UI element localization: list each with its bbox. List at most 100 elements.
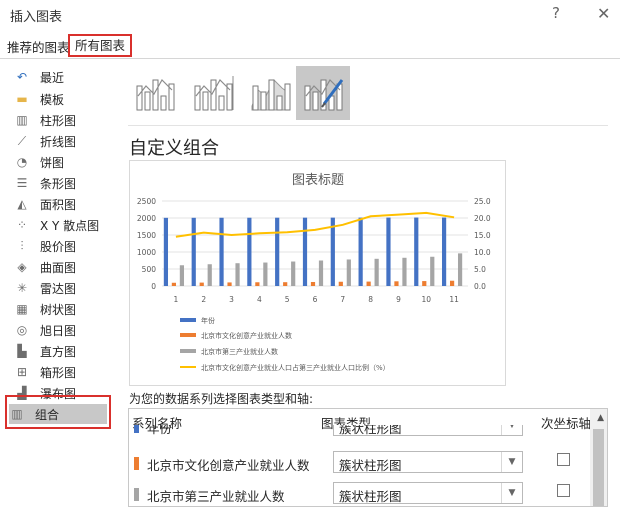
sidebar-item-label: 条形图 bbox=[40, 176, 77, 191]
custom-combination-icon[interactable] bbox=[296, 66, 350, 120]
bar-3 bbox=[402, 257, 407, 286]
scroll-thumb[interactable] bbox=[593, 429, 604, 506]
y-tick-label: 2500 bbox=[137, 197, 156, 206]
legend-label: 北京市文化创意产业就业人口占第三产业就业人口比例（%） bbox=[201, 363, 390, 372]
secondary-axis-checkbox[interactable] bbox=[557, 453, 570, 466]
sidebar-item-surface-chart[interactable]: ◈ 曲面图 bbox=[14, 257, 120, 277]
sidebar-item-label: 最近 bbox=[40, 70, 65, 85]
scroll-up-icon[interactable]: ▲ bbox=[597, 413, 604, 423]
help-button[interactable]: ? bbox=[552, 4, 560, 22]
surface-chart-icon: ◈ bbox=[17, 260, 27, 274]
x-tick-label: 11 bbox=[449, 295, 459, 304]
sidebar-item-column-chart[interactable]: ▥ 柱形图 bbox=[14, 110, 120, 130]
tab-recommended-charts[interactable]: 推荐的图表 bbox=[3, 36, 74, 57]
bar-2 bbox=[422, 281, 427, 286]
y2-tick-label: 15.0 bbox=[474, 231, 491, 240]
sidebar-item-bar-chart[interactable]: ☰ 条形图 bbox=[14, 173, 120, 193]
sidebar-item-radar-chart[interactable]: ✳ 雷达图 bbox=[14, 278, 120, 298]
section-title: 自定义组合 bbox=[129, 138, 219, 159]
tab-all-charts[interactable]: 所有图表 bbox=[68, 34, 133, 57]
series-table: 系列名称 图表类型 次坐标轴 年份 簇状柱形图 ▼ 北京市文化创意产业就业人数 簇状柱形… bbox=[128, 408, 608, 507]
x-tick-label: 9 bbox=[396, 295, 401, 304]
series-name: 北京市文化创意产业就业人数 bbox=[147, 458, 310, 473]
sidebar-item-label: 股价图 bbox=[40, 239, 77, 254]
series-prompt: 为您的数据系列选择图表类型和轴: bbox=[129, 392, 314, 406]
sidebar-item-treemap-chart[interactable]: ▦ 树状图 bbox=[14, 299, 120, 319]
clustered-column-line-secondary-axis-icon[interactable] bbox=[186, 66, 240, 120]
bar-chart-icon: ☰ bbox=[16, 176, 28, 190]
y2-tick-label: 20.0 bbox=[474, 214, 491, 223]
sidebar-item-label: X Y 散点图 bbox=[40, 218, 100, 233]
radar-chart-icon: ✳ bbox=[16, 281, 28, 295]
bar-2 bbox=[171, 282, 177, 286]
gallery-divider bbox=[128, 125, 608, 126]
chart-type-dropdown[interactable]: 簇状柱形图 ▼ bbox=[333, 451, 523, 473]
area-chart-icon: ◭ bbox=[17, 197, 27, 211]
line-chart-icon: ⟋ bbox=[17, 133, 27, 148]
series-row: 北京市文化创意产业就业人数 簇状柱形图 ▼ bbox=[129, 449, 589, 477]
box-whisker-chart-icon: ⊞ bbox=[16, 365, 28, 379]
clustered-column-line-icon[interactable] bbox=[128, 66, 182, 120]
sidebar-item-folder[interactable]: ▬ 模板 bbox=[14, 89, 120, 109]
y-tick-label: 2000 bbox=[137, 214, 156, 223]
bar-3 bbox=[346, 259, 351, 286]
chevron-down-icon[interactable]: ▼ bbox=[501, 425, 522, 435]
bar-1 bbox=[219, 217, 224, 286]
stock-chart-icon: ⫶ bbox=[20, 238, 24, 253]
bar-1 bbox=[386, 217, 391, 286]
y2-tick-label: 5.0 bbox=[474, 265, 486, 274]
legend-label: 北京市文化创意产业就业人数 bbox=[201, 331, 292, 340]
bar-1 bbox=[358, 217, 363, 286]
chart-preview: 图表标题 2500 2000 1500 1000 500 0 25.0 20.0 15.0 10.0… bbox=[129, 160, 506, 386]
table-scrollbar[interactable]: ▲ bbox=[590, 409, 607, 506]
close-button[interactable]: ✕ bbox=[597, 4, 610, 23]
y2-tick-label: 10.0 bbox=[474, 248, 491, 257]
sidebar-item-sunburst-chart[interactable]: ◎ 旭日图 bbox=[14, 320, 120, 340]
bar-3 bbox=[318, 260, 324, 286]
stacked-area-clustered-column-icon[interactable] bbox=[244, 66, 298, 120]
chevron-down-icon[interactable]: ▼ bbox=[501, 452, 522, 472]
series-line bbox=[175, 211, 455, 238]
bar-2 bbox=[199, 282, 204, 286]
x-tick-label: 1 bbox=[174, 295, 179, 304]
series-color-swatch bbox=[134, 488, 139, 501]
y-tick-label: 500 bbox=[142, 265, 157, 274]
histogram-chart-icon: ▙ bbox=[17, 344, 27, 358]
sidebar-item-histogram-chart[interactable]: ▙ 直方图 bbox=[14, 341, 120, 361]
x-tick-label: 3 bbox=[229, 295, 234, 304]
sidebar-item-label: 曲面图 bbox=[40, 260, 77, 275]
sidebar-item-pie-chart[interactable]: ◔ 饼图 bbox=[14, 152, 120, 172]
sidebar-item-stock-chart[interactable]: ⫶ 股价图 bbox=[14, 236, 120, 256]
legend-swatch bbox=[180, 318, 196, 322]
sidebar-item-label: 雷达图 bbox=[40, 281, 77, 296]
chevron-down-icon[interactable]: ▼ bbox=[501, 483, 522, 503]
bar-2 bbox=[227, 282, 232, 286]
sidebar-item-recent[interactable]: ↶ 最近 bbox=[14, 67, 120, 87]
y-tick-label: 0 bbox=[151, 282, 156, 291]
sidebar-item-line-chart[interactable]: ⟋ 折线图 bbox=[14, 131, 120, 151]
bar-3 bbox=[291, 261, 296, 286]
x-tick-label: 7 bbox=[340, 295, 345, 304]
sidebar-item-scatter-chart[interactable]: ⁘ X Y 散点图 bbox=[14, 215, 120, 235]
legend-swatch bbox=[180, 349, 196, 353]
y-tick-label: 1000 bbox=[137, 248, 156, 257]
bar-2 bbox=[338, 281, 343, 286]
folder-icon: ▬ bbox=[16, 92, 28, 106]
scatter-chart-icon: ⁘ bbox=[16, 218, 28, 232]
series-color-swatch bbox=[134, 457, 139, 470]
bar-2 bbox=[310, 281, 316, 286]
chart-type-dropdown[interactable]: 簇状柱形图 ▼ bbox=[333, 482, 523, 504]
sidebar-item-label: 模板 bbox=[40, 92, 65, 107]
recent-icon: ↶ bbox=[16, 70, 28, 84]
sidebar-item-label: 面积图 bbox=[40, 197, 77, 212]
sidebar-item-area-chart[interactable]: ◭ 面积图 bbox=[14, 194, 120, 214]
bar-1 bbox=[275, 217, 280, 286]
bar-2 bbox=[255, 282, 260, 286]
sidebar-item-label: 折线图 bbox=[40, 134, 77, 149]
bar-2 bbox=[366, 281, 371, 286]
sidebar-item-box-whisker-chart[interactable]: ⊞ 箱形图 bbox=[14, 362, 120, 382]
secondary-axis-checkbox[interactable] bbox=[557, 484, 570, 497]
x-tick-label: 6 bbox=[313, 295, 318, 304]
x-tick-label: 2 bbox=[201, 295, 206, 304]
treemap-chart-icon: ▦ bbox=[16, 302, 28, 316]
